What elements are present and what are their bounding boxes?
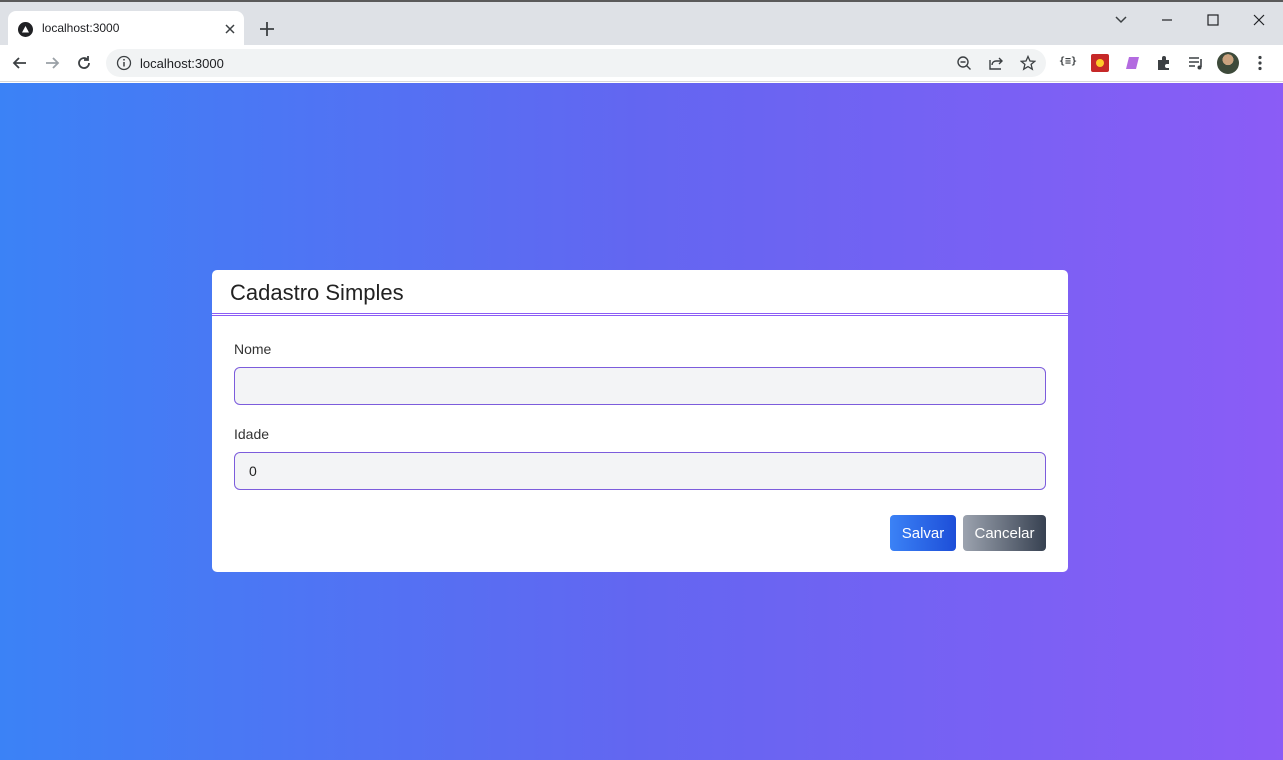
idade-label: Idade <box>234 426 270 442</box>
browser-toolbar: localhost:3000 {≡} <box>0 45 1283 82</box>
zoom-out-icon[interactable] <box>956 55 972 71</box>
cancel-button[interactable]: Cancelar <box>963 515 1046 551</box>
extensions-puzzle-icon[interactable] <box>1155 54 1173 72</box>
nextjs-favicon-icon <box>18 22 33 37</box>
form-title: Cadastro Simples <box>230 280 404 305</box>
browser-tab[interactable]: localhost:3000 <box>8 11 244 47</box>
site-info-icon[interactable] <box>116 55 132 71</box>
nome-label: Nome <box>234 341 272 357</box>
profile-avatar[interactable] <box>1217 52 1239 74</box>
back-arrow-icon[interactable] <box>10 53 30 73</box>
media-control-icon[interactable] <box>1187 54 1205 72</box>
json-extension-icon[interactable]: {≡} <box>1059 56 1077 67</box>
tab-title: localhost:3000 <box>42 21 120 35</box>
nome-input[interactable] <box>234 367 1046 405</box>
page-viewport: Cadastro Simples Nome Idade Salvar Cance… <box>0 83 1283 760</box>
reload-icon[interactable] <box>74 53 94 73</box>
url-text: localhost:3000 <box>140 56 224 71</box>
browser-menu-icon[interactable] <box>1251 54 1269 72</box>
new-tab-icon[interactable] <box>258 20 276 38</box>
bookmark-star-icon[interactable] <box>1019 54 1037 71</box>
maximize-icon[interactable] <box>1203 10 1223 30</box>
idade-input[interactable] <box>234 452 1046 490</box>
save-button[interactable]: Salvar <box>890 515 956 551</box>
browser-titlebar: localhost:3000 <box>0 0 1283 47</box>
red-extension-icon[interactable] <box>1091 54 1109 72</box>
address-bar[interactable]: localhost:3000 <box>106 49 1046 77</box>
share-icon[interactable] <box>988 55 1004 71</box>
form-card: Cadastro Simples Nome Idade Salvar Cance… <box>212 270 1068 572</box>
close-window-icon[interactable] <box>1249 10 1269 30</box>
forward-arrow-icon[interactable] <box>42 53 62 73</box>
tab-close-icon[interactable] <box>223 22 237 36</box>
purple-extension-icon[interactable] <box>1123 54 1141 72</box>
tab-search-chevron-icon[interactable] <box>1111 10 1131 30</box>
minimize-icon[interactable] <box>1157 10 1177 30</box>
title-divider <box>212 313 1068 316</box>
